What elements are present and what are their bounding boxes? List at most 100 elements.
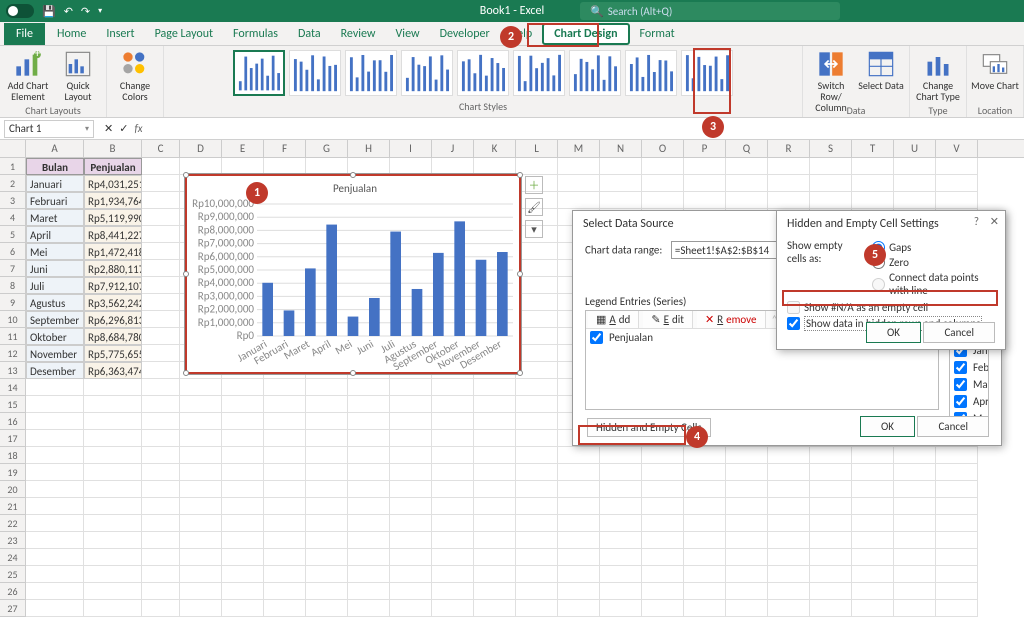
cell[interactable]: [810, 158, 852, 175]
row-header[interactable]: 17: [0, 430, 26, 447]
cell[interactable]: Rp4,031,251: [84, 175, 142, 192]
cell[interactable]: [936, 481, 978, 498]
cell[interactable]: [852, 583, 894, 600]
cell[interactable]: [726, 158, 768, 175]
cell[interactable]: [474, 379, 516, 396]
cell[interactable]: [142, 362, 180, 379]
cell[interactable]: [516, 600, 558, 617]
cell[interactable]: [936, 175, 978, 192]
cell[interactable]: [810, 549, 852, 566]
column-header[interactable]: R: [768, 140, 810, 157]
cell[interactable]: [26, 600, 84, 617]
cell[interactable]: [306, 379, 348, 396]
cell[interactable]: [474, 413, 516, 430]
cell[interactable]: [726, 549, 768, 566]
cell[interactable]: [306, 532, 348, 549]
cell[interactable]: Mei: [26, 243, 84, 260]
cell[interactable]: [222, 481, 264, 498]
cell[interactable]: [726, 583, 768, 600]
cell[interactable]: [600, 464, 642, 481]
cell[interactable]: [180, 549, 222, 566]
row-header[interactable]: 23: [0, 532, 26, 549]
cell[interactable]: [516, 379, 558, 396]
cell[interactable]: [432, 447, 474, 464]
cell[interactable]: Rp1,472,418: [84, 243, 142, 260]
row-header[interactable]: 7: [0, 260, 26, 277]
chart-styles-button[interactable]: 🖌: [525, 198, 543, 216]
row-header[interactable]: 15: [0, 396, 26, 413]
cell[interactable]: Januari: [26, 175, 84, 192]
cell[interactable]: [474, 515, 516, 532]
cell[interactable]: [26, 413, 84, 430]
row-header[interactable]: 27: [0, 600, 26, 617]
cell[interactable]: [222, 515, 264, 532]
cell[interactable]: [726, 481, 768, 498]
cell[interactable]: [264, 464, 306, 481]
tab-home[interactable]: Home: [47, 23, 96, 45]
chart-style-thumb[interactable]: [569, 50, 621, 96]
cell[interactable]: September: [26, 311, 84, 328]
cell[interactable]: [432, 532, 474, 549]
row-header[interactable]: 22: [0, 515, 26, 532]
cell[interactable]: [26, 481, 84, 498]
cell[interactable]: [142, 498, 180, 515]
cell[interactable]: [306, 430, 348, 447]
row-header[interactable]: 2: [0, 175, 26, 192]
cell[interactable]: Rp6,363,474: [84, 362, 142, 379]
cell[interactable]: [642, 498, 684, 515]
cell[interactable]: [726, 447, 768, 464]
cell[interactable]: [142, 464, 180, 481]
cell[interactable]: [432, 498, 474, 515]
search-box[interactable]: 🔍 Search (Alt+Q): [580, 2, 840, 20]
cell[interactable]: [84, 566, 142, 583]
cell[interactable]: [264, 413, 306, 430]
cell[interactable]: [642, 532, 684, 549]
cell[interactable]: [264, 379, 306, 396]
cell[interactable]: [810, 600, 852, 617]
cell[interactable]: [516, 498, 558, 515]
cell[interactable]: [222, 158, 264, 175]
cell[interactable]: [726, 566, 768, 583]
column-header[interactable]: S: [810, 140, 852, 157]
cell[interactable]: [768, 175, 810, 192]
list-item[interactable]: Maret: [950, 376, 988, 393]
chart-style-thumb[interactable]: [457, 50, 509, 96]
cell[interactable]: [768, 549, 810, 566]
cell[interactable]: [768, 532, 810, 549]
cell[interactable]: [180, 498, 222, 515]
cell[interactable]: [726, 600, 768, 617]
enter-icon[interactable]: ✓: [119, 122, 128, 135]
cell[interactable]: [306, 481, 348, 498]
cell[interactable]: [348, 515, 390, 532]
cell[interactable]: [684, 532, 726, 549]
cell[interactable]: [348, 396, 390, 413]
cell[interactable]: [306, 600, 348, 617]
cell[interactable]: Agustus: [26, 294, 84, 311]
cell[interactable]: [222, 430, 264, 447]
cell[interactable]: [142, 532, 180, 549]
cell[interactable]: [852, 515, 894, 532]
cell[interactable]: [600, 600, 642, 617]
cell[interactable]: [390, 481, 432, 498]
cell[interactable]: [516, 481, 558, 498]
cell[interactable]: [558, 532, 600, 549]
cell[interactable]: [684, 566, 726, 583]
category-checkbox[interactable]: [954, 361, 967, 374]
column-header[interactable]: L: [516, 140, 558, 157]
chart-style-thumb[interactable]: [681, 50, 733, 96]
cell[interactable]: [768, 158, 810, 175]
cell[interactable]: [142, 277, 180, 294]
cell[interactable]: [684, 158, 726, 175]
cell[interactable]: [810, 175, 852, 192]
cell[interactable]: Maret: [26, 209, 84, 226]
cell[interactable]: [642, 175, 684, 192]
cell[interactable]: [474, 430, 516, 447]
tab-page-layout[interactable]: Page Layout: [145, 23, 223, 45]
cell[interactable]: [142, 447, 180, 464]
cell[interactable]: [516, 447, 558, 464]
cell[interactable]: [432, 481, 474, 498]
cell[interactable]: [600, 498, 642, 515]
cell[interactable]: [84, 515, 142, 532]
cell[interactable]: [894, 566, 936, 583]
category-checkbox[interactable]: [954, 378, 967, 391]
